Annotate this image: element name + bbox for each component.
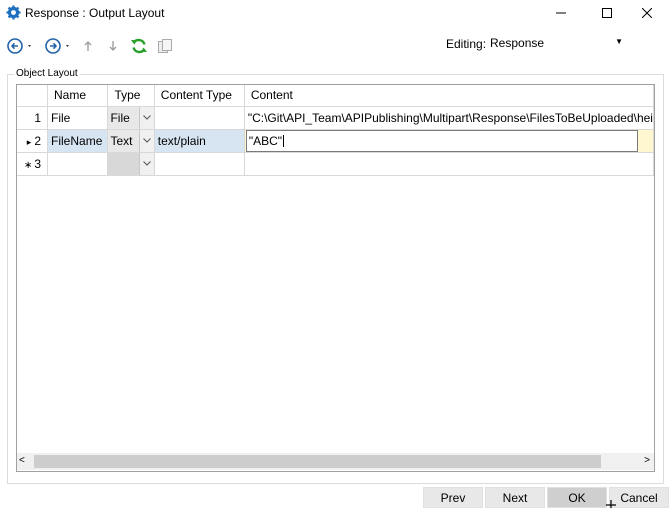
text-caret <box>283 134 285 147</box>
window-title: Response : Output Layout <box>25 6 165 20</box>
dropdown-arrow-icon: ▼ <box>615 37 623 46</box>
layout-table: Name Type Content Type Content 1 File Fi… <box>17 85 654 176</box>
mouse-cursor-icon <box>606 500 616 508</box>
type-dropdown-button[interactable] <box>138 152 154 174</box>
minimize-button[interactable] <box>538 0 584 26</box>
refresh-button[interactable] <box>129 36 149 56</box>
maximize-icon <box>602 8 612 18</box>
copy-button[interactable] <box>156 36 174 56</box>
horizontal-scrollbar[interactable]: < > <box>17 453 654 470</box>
type-dropdown-button[interactable] <box>138 106 154 128</box>
editing-label: Editing: <box>446 37 487 51</box>
type-cell[interactable]: File <box>107 106 155 130</box>
table-row[interactable]: ▸ 2 FileName Text text/plain "ABC" <box>17 129 654 153</box>
back-icon <box>7 38 31 54</box>
forward-icon <box>45 38 69 54</box>
chevron-down-icon <box>142 115 151 120</box>
ok-button[interactable]: OK <box>547 487 607 508</box>
content-edit-field[interactable]: "ABC" <box>245 129 638 151</box>
name-cell[interactable]: FileName <box>47 129 109 153</box>
table-header-row: Name Type Content Type Content <box>17 85 654 107</box>
chevron-down-icon <box>142 138 151 143</box>
row-header-corner <box>17 85 49 107</box>
type-cell[interactable] <box>107 152 155 176</box>
column-header-name[interactable]: Name <box>47 85 109 107</box>
refresh-icon <box>131 38 147 54</box>
row-header[interactable]: ▸ 2 <box>17 129 49 153</box>
table-row[interactable]: ∗ 3 <box>17 152 654 176</box>
gear-icon <box>6 5 21 20</box>
column-header-type[interactable]: Type <box>107 85 155 107</box>
editing-value: Response <box>490 36 545 50</box>
content-type-cell[interactable]: text/plain <box>154 129 245 153</box>
content-type-cell[interactable] <box>154 152 245 176</box>
new-row-indicator-icon: ∗ <box>23 159 33 171</box>
arrow-down-icon <box>109 41 117 51</box>
type-value: Text <box>110 133 133 148</box>
title-bar: Response : Output Layout <box>0 0 669 26</box>
chevron-down-icon <box>142 161 151 166</box>
cancel-button[interactable]: Cancel <box>609 487 669 508</box>
type-cell[interactable]: Text <box>107 129 155 153</box>
content-cell[interactable]: "C:\Git\API_Team\APIPublishing\Multipart… <box>244 106 654 130</box>
content-type-cell[interactable] <box>154 106 245 130</box>
arrow-up-icon <box>84 41 92 51</box>
editing-select[interactable]: Response ▼ <box>486 33 628 53</box>
prev-button[interactable]: Prev <box>423 487 483 508</box>
type-value: File <box>110 110 130 125</box>
close-icon <box>642 8 652 18</box>
scrollbar-thumb[interactable] <box>34 455 601 468</box>
move-down-button[interactable] <box>105 36 121 56</box>
move-up-button[interactable] <box>80 36 96 56</box>
column-header-content[interactable]: Content <box>244 85 654 107</box>
name-cell[interactable]: File <box>47 106 109 130</box>
layout-grid[interactable]: Name Type Content Type Content 1 File Fi… <box>16 84 655 472</box>
copy-icon <box>158 39 172 53</box>
row-number[interactable]: 1 <box>17 106 49 130</box>
minimize-icon <box>556 12 566 14</box>
forward-button[interactable] <box>44 36 74 56</box>
current-row-indicator-icon: ▸ <box>26 136 32 147</box>
back-button[interactable] <box>6 36 36 56</box>
content-edit-value: "ABC" <box>248 133 283 148</box>
scroll-left-icon[interactable]: < <box>19 455 25 466</box>
close-button[interactable] <box>624 0 669 26</box>
table-row[interactable]: 1 File File "C:\Git\API_Team\APIPublishi… <box>17 106 654 130</box>
row-header[interactable]: ∗ 3 <box>17 152 49 176</box>
next-button[interactable]: Next <box>485 487 545 508</box>
column-header-content-type[interactable]: Content Type <box>154 85 245 107</box>
scroll-right-icon[interactable]: > <box>644 455 650 466</box>
content-cell[interactable] <box>244 152 654 176</box>
group-label: Object Layout <box>14 68 80 79</box>
type-dropdown-button[interactable] <box>138 129 154 151</box>
row-number: 2 <box>34 133 42 148</box>
row-number: 3 <box>34 156 42 171</box>
content-cell[interactable]: "ABC" <box>244 129 654 153</box>
name-cell[interactable] <box>47 152 109 176</box>
